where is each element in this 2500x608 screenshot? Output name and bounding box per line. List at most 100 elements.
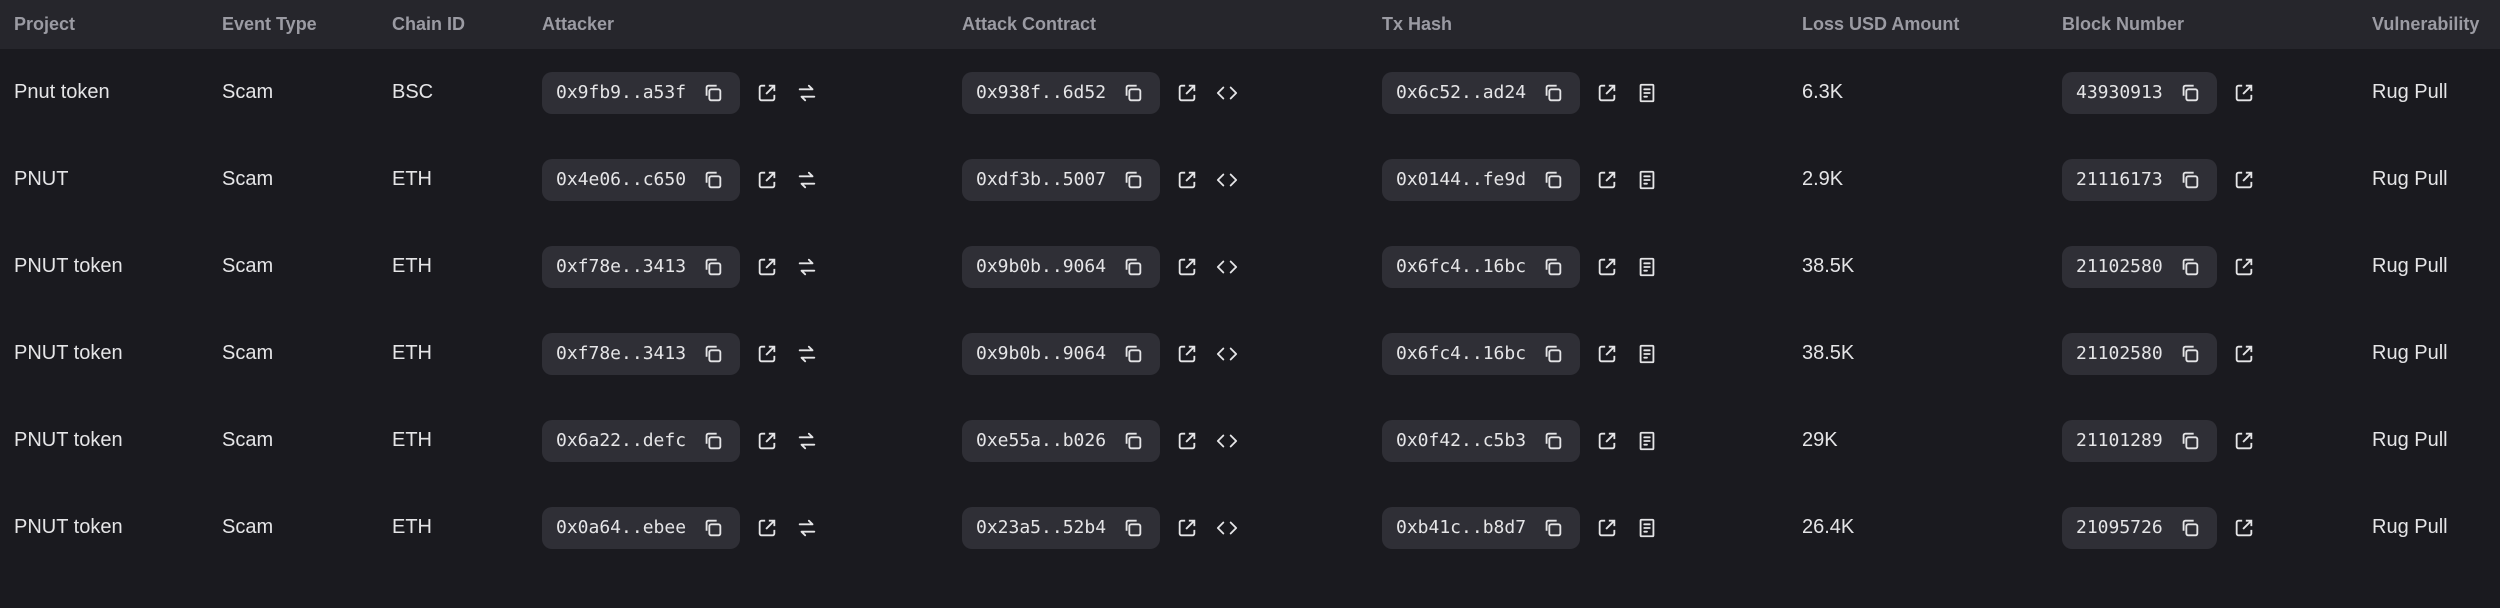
block-number-pill[interactable]: 21095726	[2062, 507, 2217, 549]
vulnerability: Rug Pull	[2360, 168, 2500, 191]
external-link-icon[interactable]	[2231, 254, 2257, 280]
tx-hash-pill[interactable]: 0x6c52..ad24	[1382, 72, 1580, 114]
copy-icon[interactable]	[1540, 515, 1566, 541]
tx-hash: 0x6c52..ad24	[1396, 82, 1526, 103]
block-number-pill[interactable]: 21101289	[2062, 420, 2217, 462]
code-icon[interactable]	[1214, 80, 1240, 106]
tx-hash: 0x0f42..c5b3	[1396, 430, 1526, 451]
attack-contract-pill[interactable]: 0x23a5..52b4	[962, 507, 1160, 549]
external-link-icon[interactable]	[1174, 341, 1200, 367]
copy-icon[interactable]	[1120, 80, 1146, 106]
receipt-icon[interactable]	[1634, 515, 1660, 541]
exchange-icon[interactable]	[794, 341, 820, 367]
receipt-icon[interactable]	[1634, 254, 1660, 280]
copy-icon[interactable]	[700, 80, 726, 106]
code-icon[interactable]	[1214, 341, 1240, 367]
copy-icon[interactable]	[2177, 515, 2203, 541]
external-link-icon[interactable]	[2231, 341, 2257, 367]
copy-icon[interactable]	[1540, 80, 1566, 106]
external-link-icon[interactable]	[754, 167, 780, 193]
vulnerability: Rug Pull	[2360, 342, 2500, 365]
external-link-icon[interactable]	[1594, 515, 1620, 541]
tx-hash-pill[interactable]: 0x6fc4..16bc	[1382, 246, 1580, 288]
copy-icon[interactable]	[1120, 341, 1146, 367]
external-link-icon[interactable]	[2231, 515, 2257, 541]
attack-contract-pill[interactable]: 0x9b0b..9064	[962, 246, 1160, 288]
external-link-icon[interactable]	[754, 80, 780, 106]
copy-icon[interactable]	[1120, 515, 1146, 541]
external-link-icon[interactable]	[754, 428, 780, 454]
external-link-icon[interactable]	[1594, 80, 1620, 106]
receipt-icon[interactable]	[1634, 80, 1660, 106]
copy-icon[interactable]	[1540, 341, 1566, 367]
attacker-address-pill[interactable]: 0xf78e..3413	[542, 246, 740, 288]
code-icon[interactable]	[1214, 167, 1240, 193]
header-attack-contract: Attack Contract	[950, 14, 1370, 35]
tx-hash-pill[interactable]: 0xb41c..b8d7	[1382, 507, 1580, 549]
tx-hash-pill[interactable]: 0x0144..fe9d	[1382, 159, 1580, 201]
block-number-pill[interactable]: 21102580	[2062, 333, 2217, 375]
copy-icon[interactable]	[2177, 80, 2203, 106]
external-link-icon[interactable]	[754, 341, 780, 367]
external-link-icon[interactable]	[1594, 167, 1620, 193]
copy-icon[interactable]	[700, 428, 726, 454]
external-link-icon[interactable]	[2231, 167, 2257, 193]
receipt-icon[interactable]	[1634, 167, 1660, 193]
copy-icon[interactable]	[2177, 167, 2203, 193]
copy-icon[interactable]	[1540, 254, 1566, 280]
attacker-address-pill[interactable]: 0x9fb9..a53f	[542, 72, 740, 114]
attacker-address-pill[interactable]: 0x6a22..defc	[542, 420, 740, 462]
exchange-icon[interactable]	[794, 167, 820, 193]
external-link-icon[interactable]	[1594, 254, 1620, 280]
attacker-address: 0xf78e..3413	[556, 256, 686, 277]
attack-contract-pill[interactable]: 0x938f..6d52	[962, 72, 1160, 114]
receipt-icon[interactable]	[1634, 428, 1660, 454]
attack-contract-pill[interactable]: 0x9b0b..9064	[962, 333, 1160, 375]
copy-icon[interactable]	[2177, 254, 2203, 280]
tx-hash-pill[interactable]: 0x0f42..c5b3	[1382, 420, 1580, 462]
code-icon[interactable]	[1214, 254, 1240, 280]
copy-icon[interactable]	[1540, 428, 1566, 454]
copy-icon[interactable]	[1120, 428, 1146, 454]
attacker-address-pill[interactable]: 0xf78e..3413	[542, 333, 740, 375]
block-number-pill[interactable]: 21116173	[2062, 159, 2217, 201]
exchange-icon[interactable]	[794, 254, 820, 280]
attacker-address: 0xf78e..3413	[556, 343, 686, 364]
loss-usd-amount: 29K	[1790, 429, 2050, 452]
copy-icon[interactable]	[2177, 428, 2203, 454]
external-link-icon[interactable]	[1174, 515, 1200, 541]
copy-icon[interactable]	[1120, 167, 1146, 193]
external-link-icon[interactable]	[2231, 428, 2257, 454]
external-link-icon[interactable]	[1594, 428, 1620, 454]
external-link-icon[interactable]	[1174, 254, 1200, 280]
attacker-address-pill[interactable]: 0x0a64..ebee	[542, 507, 740, 549]
external-link-icon[interactable]	[754, 515, 780, 541]
attacker-address-pill[interactable]: 0x4e06..c650	[542, 159, 740, 201]
copy-icon[interactable]	[1120, 254, 1146, 280]
external-link-icon[interactable]	[754, 254, 780, 280]
exchange-icon[interactable]	[794, 80, 820, 106]
code-icon[interactable]	[1214, 428, 1240, 454]
attack-contract-pill[interactable]: 0xdf3b..5007	[962, 159, 1160, 201]
external-link-icon[interactable]	[1174, 80, 1200, 106]
copy-icon[interactable]	[1540, 167, 1566, 193]
external-link-icon[interactable]	[1594, 341, 1620, 367]
copy-icon[interactable]	[700, 167, 726, 193]
exchange-icon[interactable]	[794, 428, 820, 454]
attack-contract-pill[interactable]: 0xe55a..b026	[962, 420, 1160, 462]
tx-hash-pill[interactable]: 0x6fc4..16bc	[1382, 333, 1580, 375]
attack-contract-address: 0x9b0b..9064	[976, 343, 1106, 364]
external-link-icon[interactable]	[2231, 80, 2257, 106]
code-icon[interactable]	[1214, 515, 1240, 541]
copy-icon[interactable]	[2177, 341, 2203, 367]
external-link-icon[interactable]	[1174, 167, 1200, 193]
external-link-icon[interactable]	[1174, 428, 1200, 454]
block-number: 21095726	[2076, 517, 2163, 538]
copy-icon[interactable]	[700, 254, 726, 280]
exchange-icon[interactable]	[794, 515, 820, 541]
block-number-pill[interactable]: 43930913	[2062, 72, 2217, 114]
copy-icon[interactable]	[700, 341, 726, 367]
block-number-pill[interactable]: 21102580	[2062, 246, 2217, 288]
copy-icon[interactable]	[700, 515, 726, 541]
receipt-icon[interactable]	[1634, 341, 1660, 367]
